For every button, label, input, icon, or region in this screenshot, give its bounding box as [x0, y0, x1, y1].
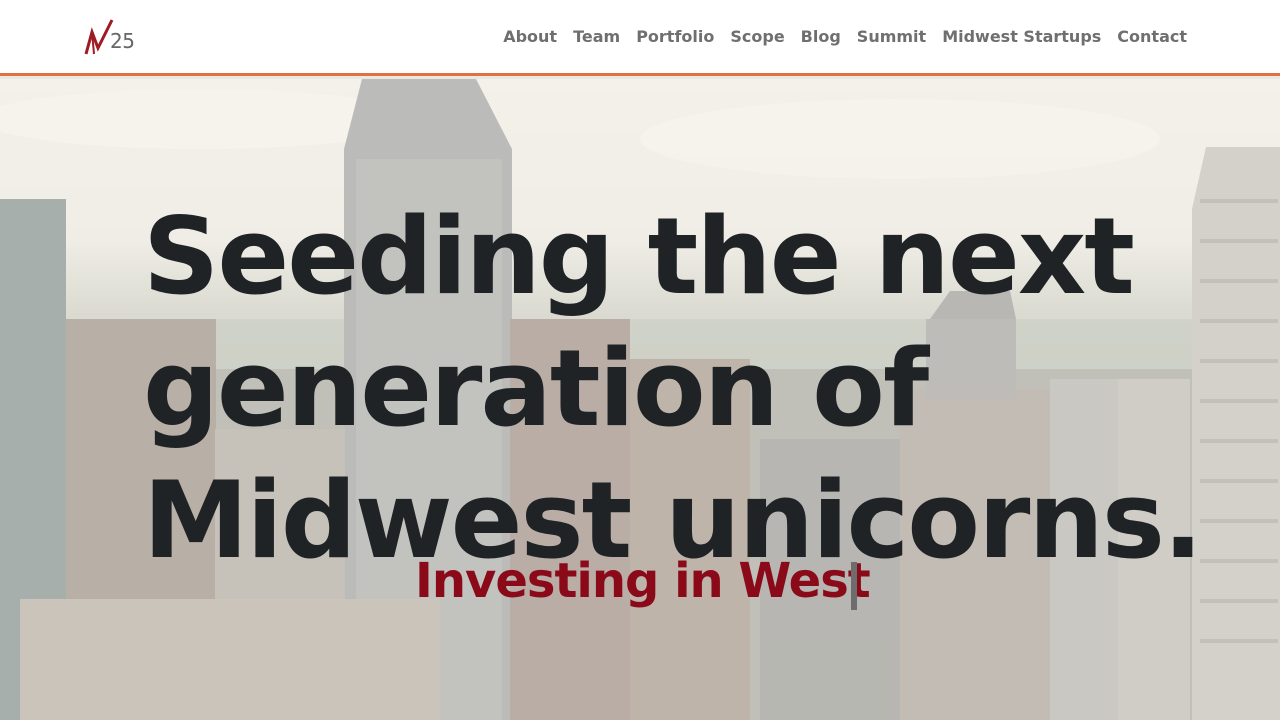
nav-blog[interactable]: Blog [801, 27, 841, 46]
site-header: 25 About Team Portfolio Scope Blog Summi… [0, 0, 1280, 76]
nav-portfolio[interactable]: Portfolio [636, 27, 714, 46]
nav-midwest-startups[interactable]: Midwest Startups [942, 27, 1101, 46]
nav-scope[interactable]: Scope [730, 27, 784, 46]
typed-tagline: Investing in West [415, 553, 871, 609]
headline-line-2: generation of [143, 327, 929, 450]
nav-team[interactable]: Team [573, 27, 620, 46]
typing-cursor [851, 562, 857, 610]
main-nav: About Team Portfolio Scope Blog Summit M… [503, 27, 1187, 46]
hero-section: Seeding the next generation of Midwest u… [0, 79, 1280, 720]
logo-text: 25 [110, 29, 135, 53]
nav-summit[interactable]: Summit [857, 27, 926, 46]
nav-about[interactable]: About [503, 27, 557, 46]
m25-logo[interactable]: 25 [84, 18, 144, 58]
nav-contact[interactable]: Contact [1117, 27, 1187, 46]
hero-headline: Seeding the next generation of Midwest u… [143, 191, 1243, 587]
headline-line-1: Seeding the next [143, 195, 1135, 318]
